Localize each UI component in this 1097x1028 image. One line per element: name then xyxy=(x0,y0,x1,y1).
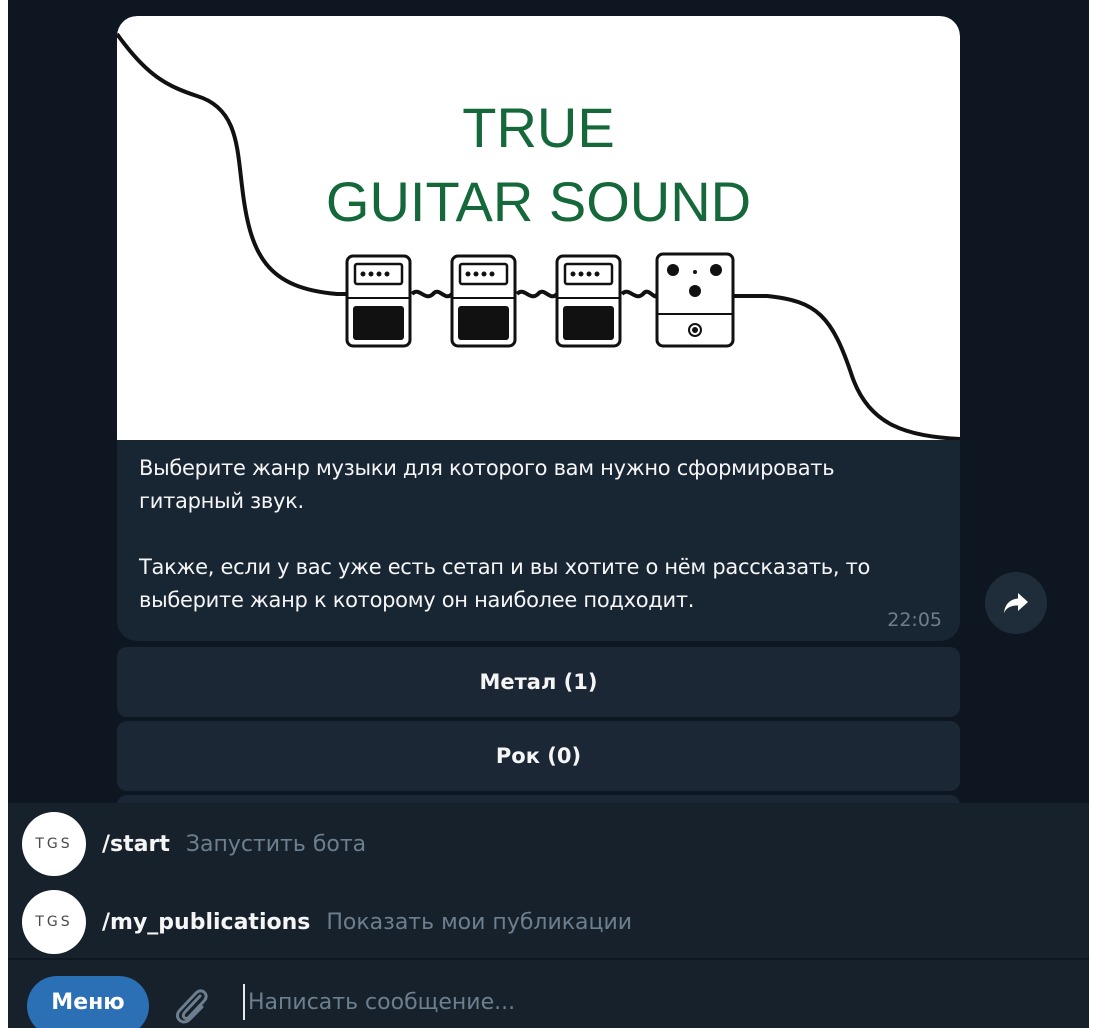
forward-button[interactable] xyxy=(985,572,1047,634)
caption-paragraph-2: Также, если у вас уже есть сетап и вы хо… xyxy=(139,555,871,612)
text-cursor xyxy=(243,984,245,1020)
message-input[interactable] xyxy=(248,980,1048,1024)
pedal-2 xyxy=(450,254,517,348)
chat-window: TRUE GUITAR SOUND Выберите жанр музыки д… xyxy=(0,0,1097,1028)
message-image[interactable]: TRUE GUITAR SOUND xyxy=(117,16,960,440)
logo-title-line2: GUITAR SOUND xyxy=(325,170,752,233)
paperclip-icon[interactable] xyxy=(172,984,212,1028)
command-item-my-publications[interactable]: TGS /my_publications Показать мои публик… xyxy=(22,890,632,954)
pedal-1 xyxy=(345,254,412,348)
message-caption: Выберите жанр музыки для которого вам ну… xyxy=(139,452,939,617)
bot-commands-panel: TGS /start Запустить бота TGS /my_public… xyxy=(8,803,1089,958)
command-description: Показать мои публикации xyxy=(326,909,633,935)
window-edge-right xyxy=(1089,0,1097,1028)
window-edge-left xyxy=(0,0,8,1028)
command-name: /my_publications xyxy=(102,909,311,935)
message-time: 22:05 xyxy=(887,609,942,631)
message-composer: Меню xyxy=(8,960,1089,1028)
command-description: Запустить бота xyxy=(185,831,367,857)
keyboard-button-metal[interactable]: Метал (1) xyxy=(117,647,960,717)
keyboard-button-rock[interactable]: Рок (0) xyxy=(117,721,960,791)
menu-button[interactable]: Меню xyxy=(27,976,149,1028)
bot-avatar: TGS xyxy=(22,812,86,876)
logo-title-line1: TRUE xyxy=(462,96,615,159)
forward-arrow-icon xyxy=(1004,593,1028,613)
pedal-4 xyxy=(655,252,735,348)
bot-avatar: TGS xyxy=(22,890,86,954)
command-item-start[interactable]: TGS /start Запустить бота xyxy=(22,812,366,876)
message-bubble: TRUE GUITAR SOUND Выберите жанр музыки д… xyxy=(117,16,960,641)
pedal-3 xyxy=(555,254,622,348)
caption-paragraph-1: Выберите жанр музыки для которого вам ну… xyxy=(139,456,835,513)
command-name: /start xyxy=(102,831,170,857)
